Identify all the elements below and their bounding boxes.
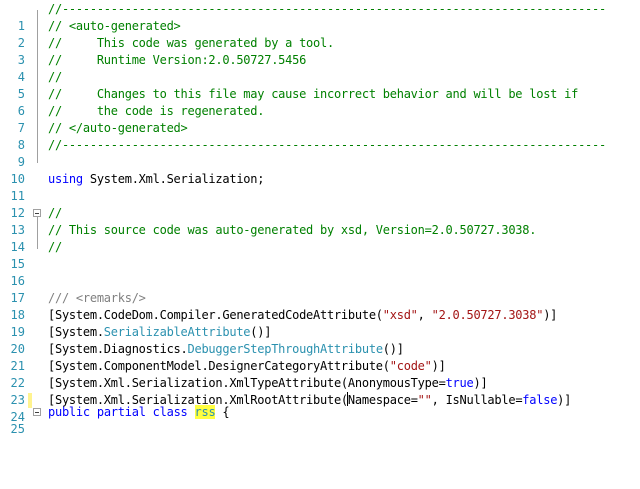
comment-xsd-close: // [48,240,62,254]
doc-comment-tag: <remarks/> [68,291,146,305]
comment-rule: //--------------------------------------… [48,2,606,16]
type-name: SerializableAttribute [103,325,251,339]
code-line: 2 // <auto-generated> [0,18,640,50]
attr-text: [System.ComponentModel.DesignerCategoryA… [48,359,390,373]
attr-text: [System.Xml.Serialization.XmlTypeAttribu… [48,376,446,390]
code-line: 22 [System.ComponentModel.DesignerCatego… [0,358,640,390]
collapse-region-icon[interactable] [33,408,41,416]
code-line: 3 // This code was generated by a tool. [0,35,640,67]
code-line: 16 [0,256,640,288]
collapse-region-icon[interactable] [33,209,41,217]
type-name: DebuggerStepThroughAttribute [187,342,384,356]
comment-blank: // [48,70,62,84]
line-number: 25 [10,422,25,436]
open-brace: { [215,405,230,419]
code-line: 1 //------------------------------------… [0,1,640,163]
string-literal: "xsd" [382,308,418,322]
class-name-rss[interactable]: rss [194,405,216,419]
keyword-true: true [445,376,474,390]
code-line: 6 // Changes to this file may cause inco… [0,86,640,118]
attr-text: ()] [382,342,404,356]
code-line: 19 [System.CodeDom.Compiler.GeneratedCod… [0,307,640,339]
string-literal: "code" [389,359,432,373]
keyword-partial: partial [96,405,146,419]
attr-text: )] [431,359,446,373]
xml-type-attribute: [System.Xml.Serialization.XmlTypeAttribu… [48,375,488,392]
attr-text: ()] [250,325,272,339]
designer-category-attribute: [System.ComponentModel.DesignerCategoryA… [48,358,446,375]
keyword-class: class [152,405,188,419]
comment-auto-generated-close: // </auto-generated> [48,121,188,135]
using-statement: using System.Xml.Serialization; [48,171,264,188]
comment-runtime-version: // Runtime Version:2.0.50727.5456 [48,53,307,67]
code-line: 13 // [0,205,640,249]
code-line: 4 // Runtime Version:2.0.50727.5456 [0,52,640,84]
string-literal: "2.0.50727.3038" [431,308,544,322]
serializable-attribute: [System.SerializableAttribute()] [48,324,271,341]
comment-generated-by: // This code was generated by a tool. [48,36,334,50]
comment-changes-warning: // Changes to this file may cause incorr… [48,87,579,101]
code-line: 5 // [0,69,640,101]
debugger-step-through-attribute: [System.Diagnostics.DebuggerStepThroughA… [48,341,404,358]
doc-comment-slashes: /// [48,291,69,305]
code-line: 23 [System.Xml.Serialization.XmlTypeAttr… [0,375,640,407]
code-line: 25 public partial class rss { [0,404,640,436]
class-declaration: public partial class rss { [48,404,230,421]
comment-auto-generated-open: // <auto-generated> [48,19,181,33]
code-line: 21 [System.Diagnostics.DebuggerStepThrou… [0,341,640,373]
code-line: 11 using System.Xml.Serialization; [0,171,640,203]
code-line: 14 // This source code was auto-generate… [0,222,640,254]
attr-text: )] [473,376,488,390]
attr-text: [System.CodeDom.Compiler.GeneratedCodeAt… [48,308,383,322]
comment-rule: //--------------------------------------… [48,138,606,152]
comment-xsd-open: // [48,206,62,220]
attr-text: )] [543,308,558,322]
keyword-using: using [48,172,83,186]
doc-comment-remarks: /// <remarks/> [48,290,146,307]
using-namespace: System.Xml.Serialization; [82,172,265,186]
generated-code-attribute: [System.CodeDom.Compiler.GeneratedCodeAt… [48,307,557,324]
code-line: 8 // </auto-generated> [0,120,640,152]
code-line: 15 // [0,239,640,271]
attr-text: [System.Diagnostics. [48,342,188,356]
comment-regenerated: // the code is regenerated. [48,104,265,118]
keyword-public: public [48,405,90,419]
code-line: 18 /// <remarks/> [0,290,640,322]
code-line: 20 [System.SerializableAttribute()] [0,324,640,356]
attr-text: , [417,308,432,322]
code-line: 12 [0,188,640,220]
comment-xsd-text: // This source code was auto-generated b… [48,223,537,237]
code-line: 17 [0,273,640,305]
code-line: 10 [0,154,640,186]
attr-text: [System. [48,325,104,339]
code-line: 9 //------------------------------------… [0,137,640,169]
code-editor[interactable]: 1 //------------------------------------… [0,0,640,436]
code-line: 7 // the code is regenerated. [0,103,640,135]
